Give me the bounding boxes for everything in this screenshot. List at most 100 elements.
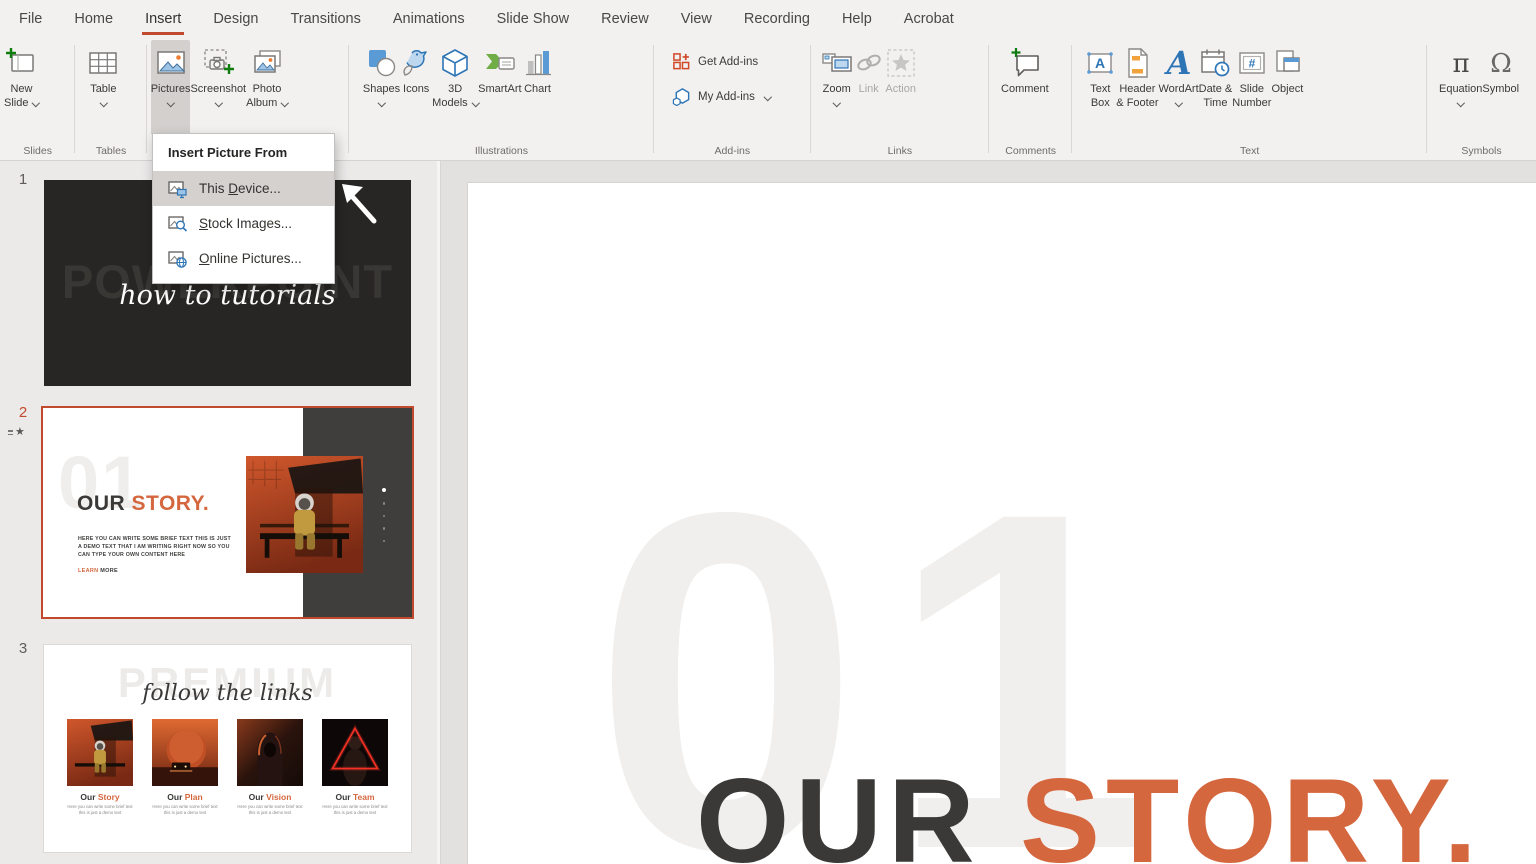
text-box-button[interactable]: A Text Box bbox=[1084, 42, 1116, 132]
table-button[interactable]: Table bbox=[87, 42, 119, 132]
card-title: Our Vision bbox=[237, 792, 303, 802]
my-addins-icon bbox=[672, 87, 691, 106]
screenshot-button[interactable]: Screenshot bbox=[190, 42, 246, 132]
menu-item-stock-images[interactable]: Stock Images... bbox=[153, 206, 334, 241]
card-title: Our Team bbox=[322, 792, 388, 802]
button-label: Link bbox=[859, 82, 879, 96]
menu-item-online-pictures[interactable]: Online Pictures... bbox=[153, 241, 334, 276]
slide-thumbnail-3[interactable]: PREMIUM follow the links Our Story bbox=[44, 645, 411, 852]
tab-help[interactable]: Help bbox=[826, 0, 888, 38]
action-icon bbox=[885, 47, 917, 79]
chart-button[interactable]: Chart bbox=[522, 42, 554, 132]
chevron-down-icon bbox=[214, 99, 222, 107]
smartart-button[interactable]: SmartArt bbox=[478, 42, 521, 132]
canvas-title[interactable]: OUR STORY. bbox=[696, 761, 1483, 864]
slide-number-button[interactable]: # Slide Number bbox=[1232, 42, 1271, 132]
button-label: Album bbox=[246, 96, 277, 110]
photo-album-button[interactable]: Photo Album bbox=[246, 42, 288, 132]
chevron-down-icon bbox=[764, 93, 772, 101]
group-label-links: Links bbox=[811, 145, 989, 157]
slide1-script-text: how to tutorials bbox=[44, 280, 411, 311]
wordart-button[interactable]: A WordArt bbox=[1158, 42, 1198, 132]
slide-thumbnail-2-selected[interactable]: 01 OUR STORY. HERE YOU CAN WRITE SOME BR… bbox=[41, 406, 414, 619]
comment-button[interactable]: Comment bbox=[1001, 42, 1049, 132]
chevron-down-icon bbox=[32, 99, 40, 107]
tab-insert[interactable]: Insert bbox=[129, 0, 197, 38]
table-icon bbox=[87, 47, 119, 79]
tab-transitions[interactable]: Transitions bbox=[274, 0, 376, 38]
astronaut-image bbox=[246, 456, 363, 573]
new-slide-button[interactable]: New Slide bbox=[4, 42, 39, 132]
slide-number-1: 1 bbox=[12, 171, 34, 188]
button-label: Photo bbox=[253, 82, 282, 96]
symbol-icon: Ω bbox=[1485, 47, 1517, 79]
date-time-button[interactable]: Date & Time bbox=[1199, 42, 1233, 132]
button-label: Icons bbox=[403, 82, 429, 96]
button-label: Table bbox=[90, 82, 116, 96]
my-addins-button[interactable]: My Add-ins bbox=[668, 85, 774, 108]
tab-view[interactable]: View bbox=[665, 0, 728, 38]
tab-file[interactable]: File bbox=[3, 0, 58, 38]
carousel-dot bbox=[382, 488, 386, 492]
ribbon-group-illustrations: Shapes Icons 3D Models Sm bbox=[349, 38, 654, 160]
card-our-vision: Our Vision Here you can write some brief… bbox=[237, 719, 303, 816]
get-addins-button[interactable]: Get Add-ins bbox=[668, 50, 762, 73]
zoom-icon bbox=[821, 47, 853, 79]
object-icon bbox=[1271, 47, 1303, 79]
chevron-down-icon bbox=[167, 99, 175, 107]
icons-button[interactable]: Icons bbox=[400, 42, 432, 132]
animation-indicator[interactable]: ★ bbox=[8, 427, 25, 438]
tab-slide-show[interactable]: Slide Show bbox=[481, 0, 586, 38]
slide-canvas[interactable]: 01 OUR STORY. bbox=[468, 183, 1536, 864]
tab-design[interactable]: Design bbox=[197, 0, 274, 38]
3d-models-button[interactable]: 3D Models bbox=[432, 42, 478, 132]
card-caption: Here you can write some brief text this … bbox=[322, 804, 388, 816]
slide-workspace: 01 OUR STORY. bbox=[441, 161, 1536, 864]
button-label: SmartArt bbox=[478, 82, 521, 96]
symbol-button[interactable]: Ω Symbol bbox=[1482, 42, 1519, 132]
button-label: Number bbox=[1232, 96, 1271, 110]
button-label: Chart bbox=[524, 82, 551, 96]
menu-item-label: Stock Images... bbox=[199, 216, 292, 231]
dropdown-header: Insert Picture From bbox=[153, 134, 334, 171]
3d-models-icon bbox=[439, 47, 471, 79]
ribbon-group-slides: New Slide Slides bbox=[0, 38, 75, 160]
slide2-carousel-dots bbox=[382, 488, 386, 542]
card-title: Our Plan bbox=[152, 792, 218, 802]
button-label: My Add-ins bbox=[698, 91, 755, 103]
group-label-tables: Tables bbox=[75, 145, 146, 157]
slide-number-icon: # bbox=[1236, 47, 1268, 79]
tab-recording[interactable]: Recording bbox=[728, 0, 826, 38]
tab-review[interactable]: Review bbox=[585, 0, 665, 38]
pictures-button[interactable]: Pictures bbox=[151, 40, 191, 135]
zoom-button[interactable]: Zoom bbox=[821, 42, 853, 132]
chevron-down-icon bbox=[378, 99, 386, 107]
menu-item-this-device[interactable]: This Device... bbox=[153, 171, 334, 206]
chevron-down-icon bbox=[833, 99, 841, 107]
object-button[interactable]: Object bbox=[1271, 42, 1303, 132]
group-label-comments: Comments bbox=[989, 145, 1072, 157]
chevron-down-icon bbox=[99, 99, 107, 107]
text-box-icon: A bbox=[1084, 47, 1116, 79]
tab-acrobat[interactable]: Acrobat bbox=[888, 0, 970, 38]
tab-animations[interactable]: Animations bbox=[377, 0, 481, 38]
stock-images-icon bbox=[168, 214, 188, 234]
button-label: Equation bbox=[1439, 82, 1482, 96]
get-addins-icon bbox=[672, 52, 691, 71]
ribbon-group-comments: Comment Comments bbox=[989, 38, 1072, 160]
button-label: Get Add-ins bbox=[698, 56, 758, 68]
button-label: Box bbox=[1091, 96, 1110, 110]
link-button: Link bbox=[853, 42, 885, 132]
equation-icon: π bbox=[1445, 47, 1477, 79]
shapes-button[interactable]: Shapes bbox=[363, 42, 400, 132]
button-label: WordArt bbox=[1158, 82, 1198, 96]
equation-button[interactable]: π Equation bbox=[1439, 42, 1482, 132]
tab-home[interactable]: Home bbox=[58, 0, 129, 38]
photo-album-icon bbox=[251, 47, 283, 79]
header-footer-button[interactable]: Header & Footer bbox=[1116, 42, 1158, 132]
date-time-icon bbox=[1199, 47, 1231, 79]
slide2-content: 01 OUR STORY. HERE YOU CAN WRITE SOME BR… bbox=[43, 408, 412, 617]
button-label: Header bbox=[1119, 82, 1155, 96]
slide3-script-text: follow the links bbox=[44, 681, 411, 706]
card-our-plan: Our Plan Here you can write some brief t… bbox=[152, 719, 218, 816]
